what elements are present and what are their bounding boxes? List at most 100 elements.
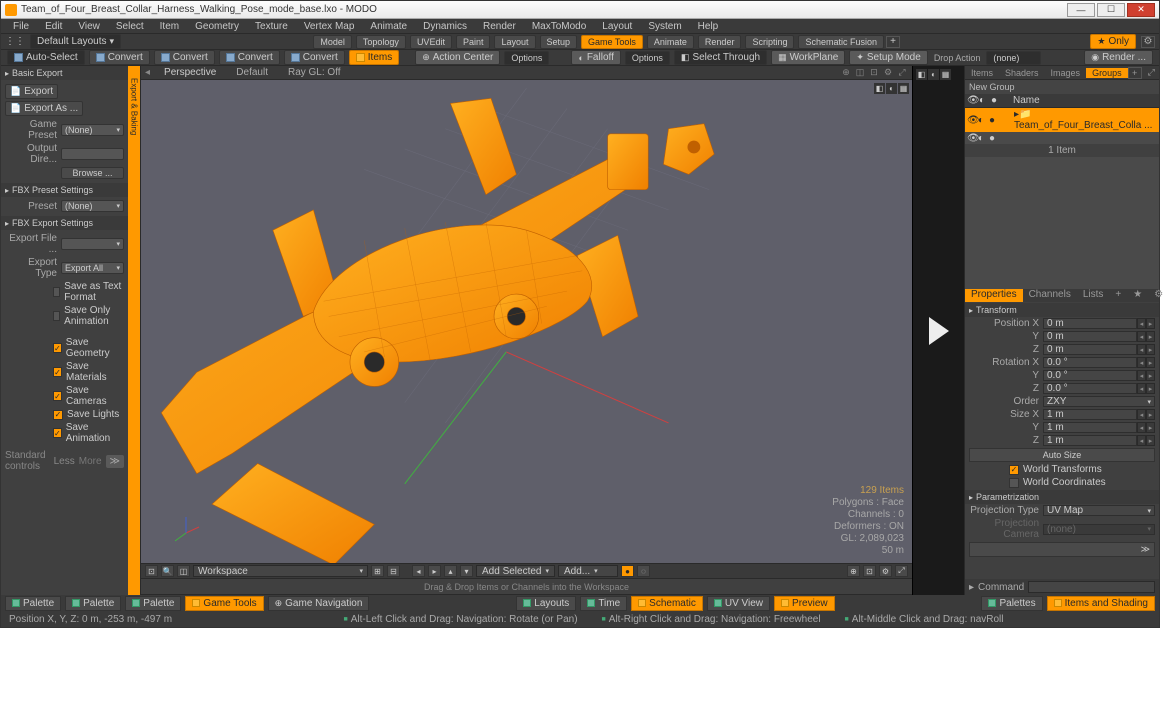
parametrization-section[interactable]: Parametrization (965, 490, 1159, 504)
btab-itemshading[interactable]: Items and Shading (1047, 596, 1155, 611)
rtab-shaders[interactable]: Shaders (999, 68, 1045, 78)
vp-icon-5[interactable]: ⤢ (896, 68, 908, 78)
menu-geometry[interactable]: Geometry (187, 21, 247, 32)
sizey-input[interactable]: 1 m (1043, 422, 1137, 433)
btab-palette-1[interactable]: Palette (5, 596, 61, 611)
vp-icon-3[interactable]: ⊡ (868, 68, 880, 78)
vptab-default[interactable]: Default (230, 67, 274, 78)
export-button[interactable]: 📄 Export (5, 84, 58, 99)
ws-r4[interactable]: ⤢ (895, 565, 908, 577)
vp-cube-icon[interactable]: ◧ (874, 83, 885, 94)
vptab-perspective[interactable]: Perspective (158, 67, 222, 78)
tab-render[interactable]: Render (698, 35, 742, 49)
menu-render[interactable]: Render (475, 21, 524, 32)
btab-gamenav[interactable]: ⊕ Game Navigation (268, 596, 370, 611)
tab-setup[interactable]: Setup (540, 35, 578, 49)
ws-icon-1[interactable]: ⊡ (145, 565, 158, 577)
tab-model[interactable]: Model (313, 35, 352, 49)
col-name[interactable]: Name (1003, 95, 1157, 106)
convert-button-3[interactable]: Convert (219, 50, 280, 65)
tab-paint[interactable]: Paint (456, 35, 491, 49)
menu-item[interactable]: Item (152, 21, 187, 32)
exportfile-dropdown[interactable] (61, 238, 124, 250)
3d-viewport[interactable]: ◧ ◐ ▦ (141, 80, 912, 563)
posz-input[interactable]: 0 m (1043, 344, 1137, 355)
proptab-star[interactable]: ★ (1127, 289, 1148, 302)
menu-file[interactable]: File (5, 21, 37, 32)
menu-maxtomodo[interactable]: MaxToModo (524, 21, 594, 32)
render-button[interactable]: ◉ Render ... (1084, 50, 1153, 65)
ws-toggle-1[interactable]: ● (621, 565, 634, 577)
command-input[interactable] (1028, 581, 1155, 593)
btab-uvview[interactable]: UV View (707, 596, 770, 611)
falloff-button[interactable]: ◐ Falloff (571, 50, 621, 65)
rs-icon-2[interactable]: ◐ (928, 69, 939, 80)
worldtransforms-checkbox[interactable] (1009, 465, 1019, 475)
workspace-dropdown[interactable]: Workspace (193, 565, 368, 577)
savelight-checkbox[interactable] (53, 410, 63, 420)
autosize-button[interactable]: Auto Size (969, 448, 1155, 462)
worldcoords-checkbox[interactable] (1009, 478, 1019, 488)
tab-scripting[interactable]: Scripting (745, 35, 794, 49)
ws-arrow-l[interactable]: ◂ (412, 565, 425, 577)
window-close-button[interactable]: ✕ (1127, 3, 1155, 17)
exportas-button[interactable]: 📄 Export As ... (5, 101, 83, 116)
sizex-input[interactable]: 1 m (1043, 409, 1137, 420)
proptab-lists[interactable]: Lists (1077, 289, 1110, 302)
tab-gametools[interactable]: Game Tools (581, 35, 643, 49)
menu-dynamics[interactable]: Dynamics (415, 21, 475, 32)
rs-icon-1[interactable]: ◧ (916, 69, 927, 80)
ws-arrow-r[interactable]: ▸ (428, 565, 441, 577)
posy-input[interactable]: 0 m (1043, 331, 1137, 342)
basic-export-header[interactable]: Basic Export (1, 66, 128, 80)
proptab-add[interactable]: + (1109, 289, 1127, 302)
savemat-checkbox[interactable] (53, 367, 62, 377)
play-icon[interactable] (929, 317, 949, 345)
stdctrl-go-button[interactable]: ≫ (106, 455, 124, 468)
exporttype-dropdown[interactable]: Export All (61, 262, 124, 274)
ws-r2[interactable]: ⊡ (863, 565, 876, 577)
only-toggle[interactable]: ★ Only (1090, 34, 1136, 49)
btab-palette-3[interactable]: Palette (125, 596, 181, 611)
vptab-raygl[interactable]: Ray GL: Off (282, 67, 347, 78)
options-button-1[interactable]: Options (504, 51, 549, 65)
transform-section[interactable]: Transform (965, 303, 1159, 317)
dropaction-dropdown[interactable]: (none) (986, 51, 1041, 65)
tab-layout[interactable]: Layout (494, 35, 535, 49)
col-dot-icon[interactable]: ● (991, 95, 1003, 106)
roty-input[interactable]: 0.0 ° (1043, 370, 1137, 381)
less-link[interactable]: Less (54, 456, 75, 467)
vp-icon-2[interactable]: ◫ (854, 68, 866, 78)
ws-r3[interactable]: ⚙ (879, 565, 892, 577)
fbxpreset-header[interactable]: FBX Preset Settings (1, 183, 128, 197)
rs-icon-3[interactable]: ▦ (940, 69, 951, 80)
ws-grid-1[interactable]: ⊞ (371, 565, 384, 577)
newgroup-button[interactable]: New Group (965, 80, 1159, 94)
menu-texture[interactable]: Texture (247, 21, 296, 32)
rtab-items[interactable]: Items (965, 68, 999, 78)
selectthrough-button[interactable]: ◧ Select Through (674, 50, 767, 65)
vp-icon-4[interactable]: ⚙ (882, 68, 894, 78)
btab-palette-2[interactable]: Palette (65, 596, 121, 611)
browse-button[interactable]: Browse ... (61, 167, 124, 179)
vp-grid-icon[interactable]: ▦ (898, 83, 909, 94)
tab-uvedit[interactable]: UVEdit (410, 35, 452, 49)
convert-button-2[interactable]: Convert (154, 50, 215, 65)
setupmode-button[interactable]: ✦ Setup Mode (849, 50, 927, 65)
preset-dropdown[interactable]: (None) (61, 200, 124, 212)
expand-cmd[interactable]: ▸ (969, 582, 974, 593)
group-item-row2[interactable]: 👁◐● (965, 132, 1159, 144)
addselected-dropdown[interactable]: Add Selected (476, 565, 555, 577)
ws-icon-3[interactable]: ◫ (177, 565, 190, 577)
sizez-input[interactable]: 1 m (1043, 435, 1137, 446)
saveonlyanim-checkbox[interactable] (53, 311, 60, 321)
workplane-button[interactable]: ▦ WorkPlane (771, 50, 845, 65)
outputdir-input[interactable] (61, 148, 124, 160)
ws-icon-2[interactable]: 🔍 (161, 565, 174, 577)
btab-palettes[interactable]: Palettes (981, 596, 1042, 611)
savecam-checkbox[interactable] (53, 391, 62, 401)
options-button-2[interactable]: Options (625, 51, 670, 65)
btab-layouts[interactable]: Layouts (516, 596, 576, 611)
menu-animate[interactable]: Animate (362, 21, 415, 32)
btab-gametools[interactable]: Game Tools (185, 596, 263, 611)
